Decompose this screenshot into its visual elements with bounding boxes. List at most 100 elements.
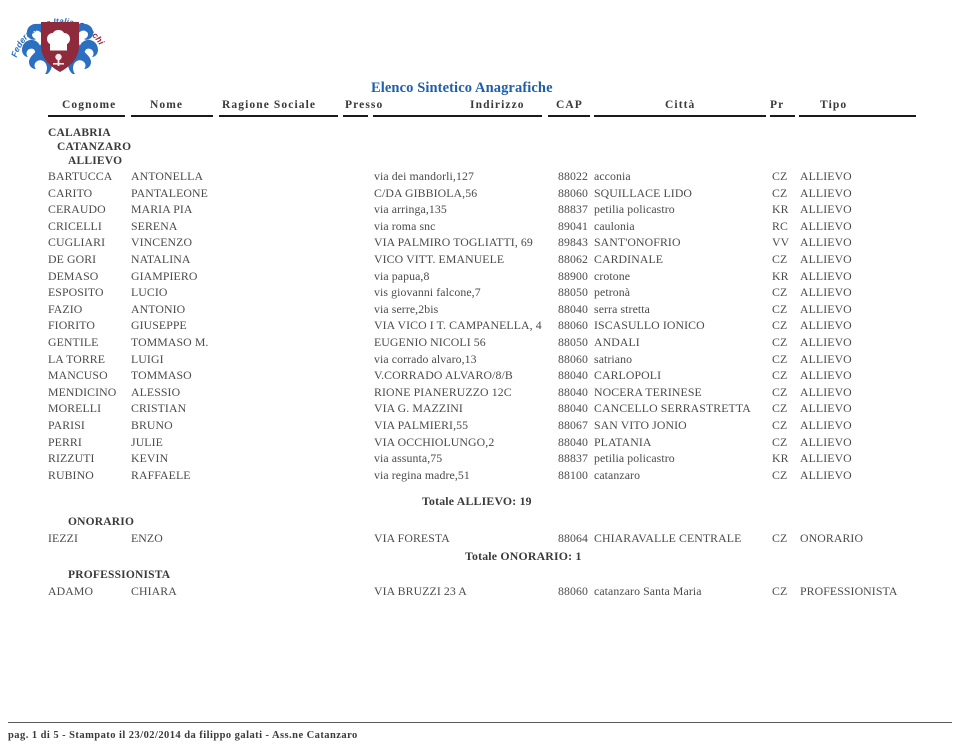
cell-pr: RC (772, 218, 788, 233)
table-row: MANCUSO TOMMASO V.CORRADO ALVARO/8/B 88040 C… (0, 368, 960, 383)
cell-citta: CANCELLO SERRASTRETTA (594, 401, 751, 416)
cell-cap: 88100 (558, 467, 588, 482)
cell-cognome: GENTILE (48, 335, 99, 349)
cell-pr: CZ (772, 467, 788, 482)
cell-pr: CZ (772, 584, 788, 598)
group-label-section-professionista: PROFESSIONISTA (68, 569, 171, 581)
cell-pr: CZ (772, 301, 788, 316)
cell-citta: SANT'ONOFRIO (594, 235, 681, 250)
cell-cognome: DE GORI (48, 252, 97, 266)
cell-indirizzo: VIA PALMIRO TOGLIATTI, 69 (374, 235, 533, 250)
column-header-nome: Nome (150, 99, 184, 111)
cell-citta: serra stretta (594, 301, 650, 316)
cell-cognome: IEZZI (48, 531, 78, 545)
cell-cap: 88050 (558, 285, 588, 300)
rule-pr (770, 115, 795, 117)
cell-cap: 88837 (558, 202, 588, 217)
cell-cognome: RIZZUTI (48, 451, 95, 466)
cell-cap: 88062 (558, 252, 588, 266)
cell-indirizzo: via serre,2bis (374, 301, 439, 316)
cell-tipo: ALLIEVO (800, 268, 852, 283)
cell-citta: petilia policastro (594, 202, 675, 217)
table-row: CUGLIARI VINCENZO VIA PALMIRO TOGLIATTI, 6… (0, 235, 960, 250)
cell-cap: 88067 (558, 418, 588, 432)
cell-citta: CARLOPOLI (594, 368, 662, 383)
cell-cap: 88060 (558, 318, 588, 333)
cell-cap: 88040 (558, 368, 588, 383)
cell-nome: ANTONIO (131, 301, 186, 316)
table-row: RIZZUTI KEVIN via assunta,75 88837 petilia p… (0, 451, 960, 466)
cell-cap: 89041 (558, 218, 588, 233)
table-row: IEZZI ENZO VIA FORESTA 88064 CHIARAVALLE CEN… (0, 531, 960, 546)
cell-cap: 88040 (558, 384, 588, 399)
cell-tipo: PROFESSIONISTA (800, 584, 898, 598)
cell-pr: CZ (772, 384, 788, 399)
cell-tipo: ALLIEVO (800, 202, 852, 217)
cell-cognome: RUBINO (48, 467, 94, 482)
cell-cognome: CARITO (48, 185, 93, 200)
cell-indirizzo: VIA VICO I T. CAMPANELLA, 4 (374, 318, 542, 333)
table-row: MENDICINO ALESSIO RIONE PIANERUZZO 12C 8804… (0, 385, 960, 400)
cell-nome: VINCENZO (131, 235, 193, 250)
cell-indirizzo: VIA G. MAZZINI (374, 401, 463, 416)
cell-pr: CZ (772, 368, 788, 383)
cell-cognome: MORELLI (48, 401, 102, 416)
table-row: FIORITO GIUSEPPE VIA VICO I T. CAMPANELLA,… (0, 318, 960, 333)
cell-cap: 88837 (558, 451, 588, 466)
cell-citta: CARDINALE (594, 252, 664, 266)
table-row: ADAMO CHIARA VIA BRUZZI 23 A 88060 catanzaro… (0, 584, 960, 599)
group-label-section-allievo: ALLIEVO (68, 155, 123, 167)
cell-cap: 89843 (558, 235, 588, 250)
cell-cap: 88060 (558, 185, 588, 200)
cell-cap: 88040 (558, 401, 588, 416)
cell-tipo: ALLIEVO (800, 318, 852, 333)
cell-tipo: ALLIEVO (800, 285, 852, 300)
cell-tipo: ALLIEVO (800, 434, 852, 449)
cell-cognome: CUGLIARI (48, 235, 106, 250)
cell-nome: MARIA PIA (131, 202, 193, 217)
cell-cognome: MENDICINO (48, 384, 117, 399)
rule-ind (373, 115, 542, 117)
cell-nome: JULIE (131, 434, 163, 449)
cell-indirizzo: VIA OCCHIOLUNGO,2 (374, 434, 495, 449)
rule-cap (548, 115, 590, 117)
cell-indirizzo: via regina madre,51 (374, 467, 470, 482)
cell-pr: CZ (772, 185, 788, 200)
cell-cognome: BARTUCCA (48, 169, 113, 183)
column-header-ragione-sociale: Ragione Sociale (222, 99, 317, 111)
cell-indirizzo: EUGENIO NICOLI 56 (374, 335, 486, 349)
cell-indirizzo: C/DA GIBBIOLA,56 (374, 185, 478, 200)
cell-cognome: DEMASO (48, 268, 99, 283)
table-row: FAZIO ANTONIO via serre,2bis 88040 serra str… (0, 302, 960, 317)
group-label-region: CALABRIA (48, 127, 111, 139)
cell-citta: petronà (594, 285, 631, 300)
cell-citta: SAN VITO JONIO (594, 418, 687, 432)
cell-nome: PANTALEONE (131, 185, 208, 200)
cell-tipo: ALLIEVO (800, 418, 852, 432)
table-row: PARISI BRUNO VIA PALMIERI,55 88067 SAN VITO … (0, 418, 960, 433)
cell-cognome: CERAUDO (48, 202, 106, 217)
cell-citta: catanzaro Santa Maria (594, 584, 702, 598)
total-allievo: Totale ALLIEVO: 19 (422, 494, 532, 508)
cell-nome: BRUNO (131, 418, 173, 432)
cell-cognome: FIORITO (48, 318, 96, 333)
cell-citta: petilia policastro (594, 451, 675, 466)
cell-pr: CZ (772, 252, 788, 266)
table-row: DEMASO GIAMPIERO via papua,8 88900 crotone KR… (0, 269, 960, 284)
cell-nome: ANTONELLA (131, 169, 204, 183)
cell-indirizzo: VICO VITT. EMANUELE (374, 252, 505, 266)
cell-tipo: ALLIEVO (800, 351, 852, 366)
cell-cognome: CRICELLI (48, 218, 102, 233)
footer-divider (8, 722, 952, 723)
cell-indirizzo: via roma snc (374, 218, 436, 233)
cell-indirizzo: via papua,8 (374, 268, 430, 283)
cell-cap: 88900 (558, 268, 588, 283)
group-label-province: CATANZARO (57, 141, 132, 153)
rule-rag (219, 115, 338, 117)
cell-pr: VV (772, 235, 790, 250)
table-row: CARITO PANTALEONE C/DA GIBBIOLA,56 88060 SQU… (0, 186, 960, 201)
table-row: GENTILE TOMMASO M. EUGENIO NICOLI 56 88050 A… (0, 335, 960, 350)
cell-nome: TOMMASO (131, 368, 192, 383)
column-header-cap: CAP (556, 99, 583, 111)
column-header-cognome: Cognome (62, 99, 117, 111)
